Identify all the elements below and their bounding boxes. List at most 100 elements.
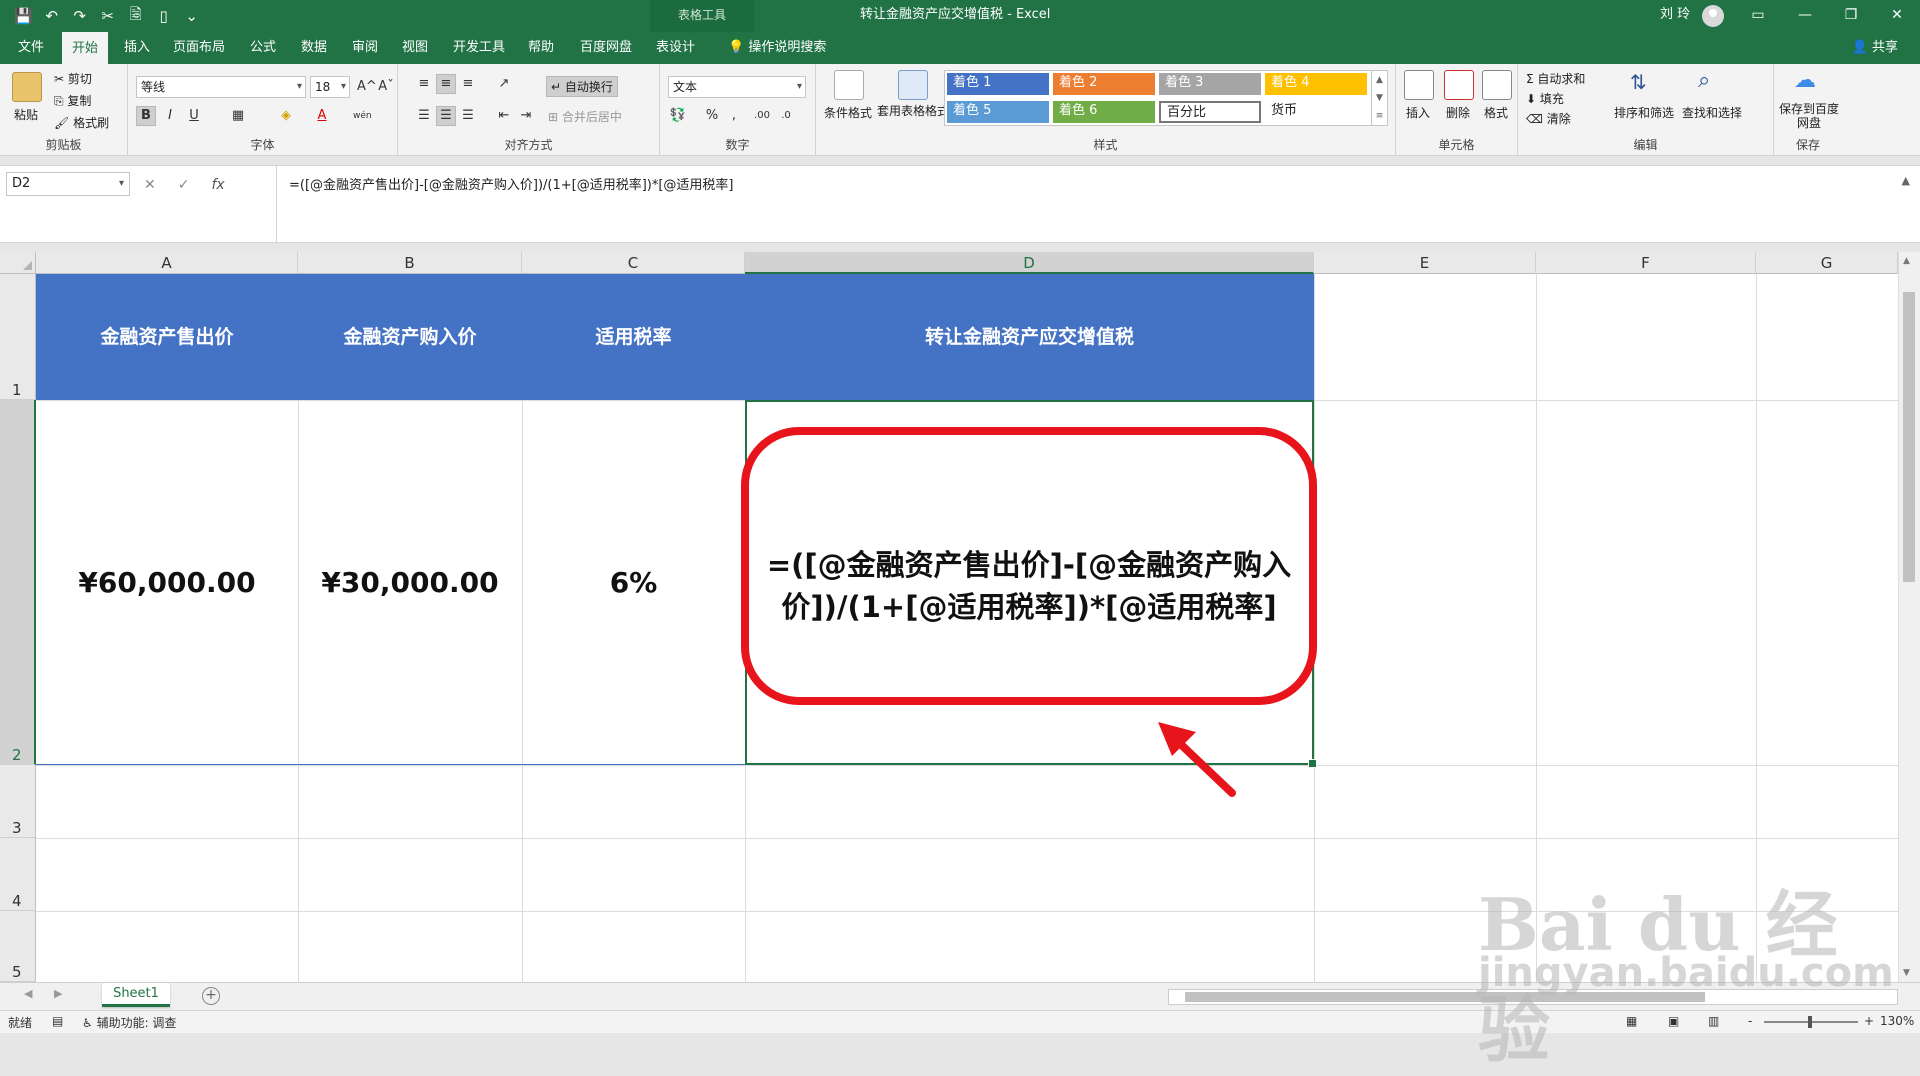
- format-as-table-icon[interactable]: [898, 70, 928, 100]
- tab-view[interactable]: 视图: [392, 32, 438, 64]
- underline-button[interactable]: U: [184, 106, 204, 126]
- save-to-baidu-button[interactable]: 保存到百度网盘: [1778, 102, 1840, 130]
- row-header-3[interactable]: 3: [0, 765, 36, 838]
- maximize-button[interactable]: ❐: [1828, 0, 1874, 32]
- share-button[interactable]: 👤 共享: [1852, 32, 1898, 64]
- style-accent4[interactable]: 着色 4: [1265, 73, 1367, 95]
- tell-me-search[interactable]: 💡 操作说明搜索: [718, 32, 836, 64]
- vertical-scroll-thumb[interactable]: [1903, 292, 1915, 582]
- italic-button[interactable]: I: [160, 106, 180, 126]
- collapse-formula-bar-icon[interactable]: ▲: [1902, 174, 1910, 187]
- font-color-icon[interactable]: A: [312, 106, 332, 126]
- find-select-icon[interactable]: ⌕: [1698, 68, 1710, 93]
- add-sheet-button[interactable]: +: [202, 987, 220, 1005]
- tab-developer[interactable]: 开发工具: [443, 32, 515, 64]
- next-sheet-icon[interactable]: ▶: [54, 987, 62, 1000]
- style-currency[interactable]: 货币: [1265, 101, 1367, 123]
- percent-style-button[interactable]: %: [702, 106, 722, 126]
- sheet-tab-sheet1[interactable]: Sheet1: [102, 983, 170, 1007]
- print-preview-icon[interactable]: 🗟: [127, 4, 145, 29]
- border-icon[interactable]: ▦: [228, 106, 248, 126]
- column-header-g[interactable]: G: [1756, 252, 1898, 274]
- cancel-icon[interactable]: ✕: [144, 177, 156, 193]
- formula-input[interactable]: =([@金融资产售出价]-[@金融资产购入价])/(1+[@适用税率])*[@适…: [276, 166, 1890, 244]
- increase-indent-icon[interactable]: ⇥: [516, 106, 536, 126]
- conditional-formatting-icon[interactable]: [834, 70, 864, 100]
- tab-home[interactable]: 开始: [62, 32, 109, 64]
- style-accent6[interactable]: 着色 6: [1053, 101, 1155, 123]
- align-top-icon[interactable]: ≡: [414, 74, 434, 94]
- column-header-e[interactable]: E: [1314, 252, 1536, 274]
- row-header-5[interactable]: 5: [0, 911, 36, 982]
- redo-icon[interactable]: ↷: [71, 7, 89, 25]
- macro-record-icon[interactable]: ▤: [52, 1014, 63, 1028]
- scroll-up-icon[interactable]: ▲: [1903, 256, 1910, 266]
- decrease-indent-icon[interactable]: ⇤: [494, 106, 514, 126]
- avatar[interactable]: [1702, 5, 1724, 27]
- font-name-select[interactable]: 等线: [136, 76, 306, 98]
- format-cells-button[interactable]: 格式: [1484, 104, 1508, 121]
- enter-icon[interactable]: ✓: [178, 177, 190, 193]
- customize-qat-icon[interactable]: ⌄: [183, 7, 201, 25]
- currency-format-icon[interactable]: 💱: [668, 106, 688, 126]
- format-cells-icon[interactable]: [1482, 70, 1512, 100]
- tab-insert[interactable]: 插入: [114, 32, 160, 64]
- align-center-icon[interactable]: ☰: [436, 106, 456, 126]
- cut-icon[interactable]: ✂: [99, 7, 117, 25]
- paste-icon[interactable]: [12, 72, 42, 102]
- user-name[interactable]: 刘 玲: [1660, 0, 1690, 32]
- tab-baidu-netdisk[interactable]: 百度网盘: [570, 32, 642, 64]
- accessibility-status[interactable]: ♿ 辅助功能: 调查: [82, 1014, 176, 1031]
- align-right-icon[interactable]: ☰: [458, 106, 478, 126]
- header-cell-d1[interactable]: 转让金融资产应交增值税: [745, 274, 1314, 400]
- style-percent[interactable]: 百分比: [1159, 101, 1261, 123]
- font-size-select[interactable]: 18: [310, 76, 350, 98]
- select-all-button[interactable]: [0, 252, 36, 274]
- align-bottom-icon[interactable]: ≡: [458, 74, 478, 94]
- zoom-in-button[interactable]: +: [1864, 1014, 1874, 1028]
- tab-data[interactable]: 数据: [291, 32, 337, 64]
- align-middle-icon[interactable]: ≡: [436, 74, 456, 94]
- increase-decimal-icon[interactable]: .00: [752, 106, 772, 126]
- gallery-scroll-icon[interactable]: ▲ ▼ ≡: [1371, 71, 1387, 125]
- header-cell-a1[interactable]: 金融资产售出价: [36, 274, 298, 400]
- cut-button[interactable]: ✂ 剪切: [54, 70, 92, 87]
- header-cell-c1[interactable]: 适用税率: [522, 274, 745, 400]
- sort-filter-icon[interactable]: ⇅: [1630, 70, 1647, 94]
- row-header-4[interactable]: 4: [0, 838, 36, 911]
- cell-c2[interactable]: 6%: [522, 400, 745, 765]
- clear-button[interactable]: ⌫ 清除: [1526, 110, 1571, 127]
- insert-function-icon[interactable]: fx: [211, 177, 224, 193]
- scroll-down-icon[interactable]: ▼: [1903, 968, 1910, 978]
- delete-cells-button[interactable]: 删除: [1446, 104, 1470, 121]
- grow-font-icon[interactable]: A^: [356, 77, 377, 97]
- new-file-icon[interactable]: ▯: [155, 7, 173, 25]
- insert-cells-icon[interactable]: [1404, 70, 1434, 100]
- zoom-level[interactable]: 130%: [1880, 1014, 1914, 1028]
- row-header-2[interactable]: 2: [0, 400, 36, 765]
- undo-icon[interactable]: ↶: [43, 7, 61, 25]
- comma-style-button[interactable]: ,: [724, 106, 744, 126]
- wrap-text-button[interactable]: ↵ 自动换行: [546, 76, 618, 97]
- prev-sheet-icon[interactable]: ◀: [24, 987, 32, 1000]
- tab-file[interactable]: 文件: [8, 32, 54, 64]
- style-accent2[interactable]: 着色 2: [1053, 73, 1155, 95]
- format-painter-button[interactable]: 🖌 格式刷: [54, 114, 109, 131]
- tab-formulas[interactable]: 公式: [240, 32, 286, 64]
- style-accent5[interactable]: 着色 5: [947, 101, 1049, 123]
- copy-button[interactable]: ⎘ 复制: [54, 92, 91, 109]
- bold-button[interactable]: B: [136, 106, 156, 126]
- style-accent3[interactable]: 着色 3: [1159, 73, 1261, 95]
- tab-review[interactable]: 审阅: [342, 32, 388, 64]
- tab-table-design[interactable]: 表设计: [646, 32, 705, 64]
- ribbon-display-options-icon[interactable]: ▭: [1735, 0, 1781, 32]
- sort-filter-button[interactable]: 排序和筛选: [1614, 104, 1674, 121]
- fill-color-icon[interactable]: ◈: [276, 106, 296, 126]
- insert-cells-button[interactable]: 插入: [1406, 104, 1430, 121]
- close-button[interactable]: ✕: [1874, 0, 1920, 32]
- save-icon[interactable]: 💾: [14, 7, 33, 25]
- shrink-font-icon[interactable]: Aˇ: [376, 77, 396, 97]
- name-box[interactable]: D2: [6, 172, 130, 196]
- tab-help[interactable]: 帮助: [518, 32, 564, 64]
- conditional-formatting-button[interactable]: 条件格式: [824, 104, 872, 121]
